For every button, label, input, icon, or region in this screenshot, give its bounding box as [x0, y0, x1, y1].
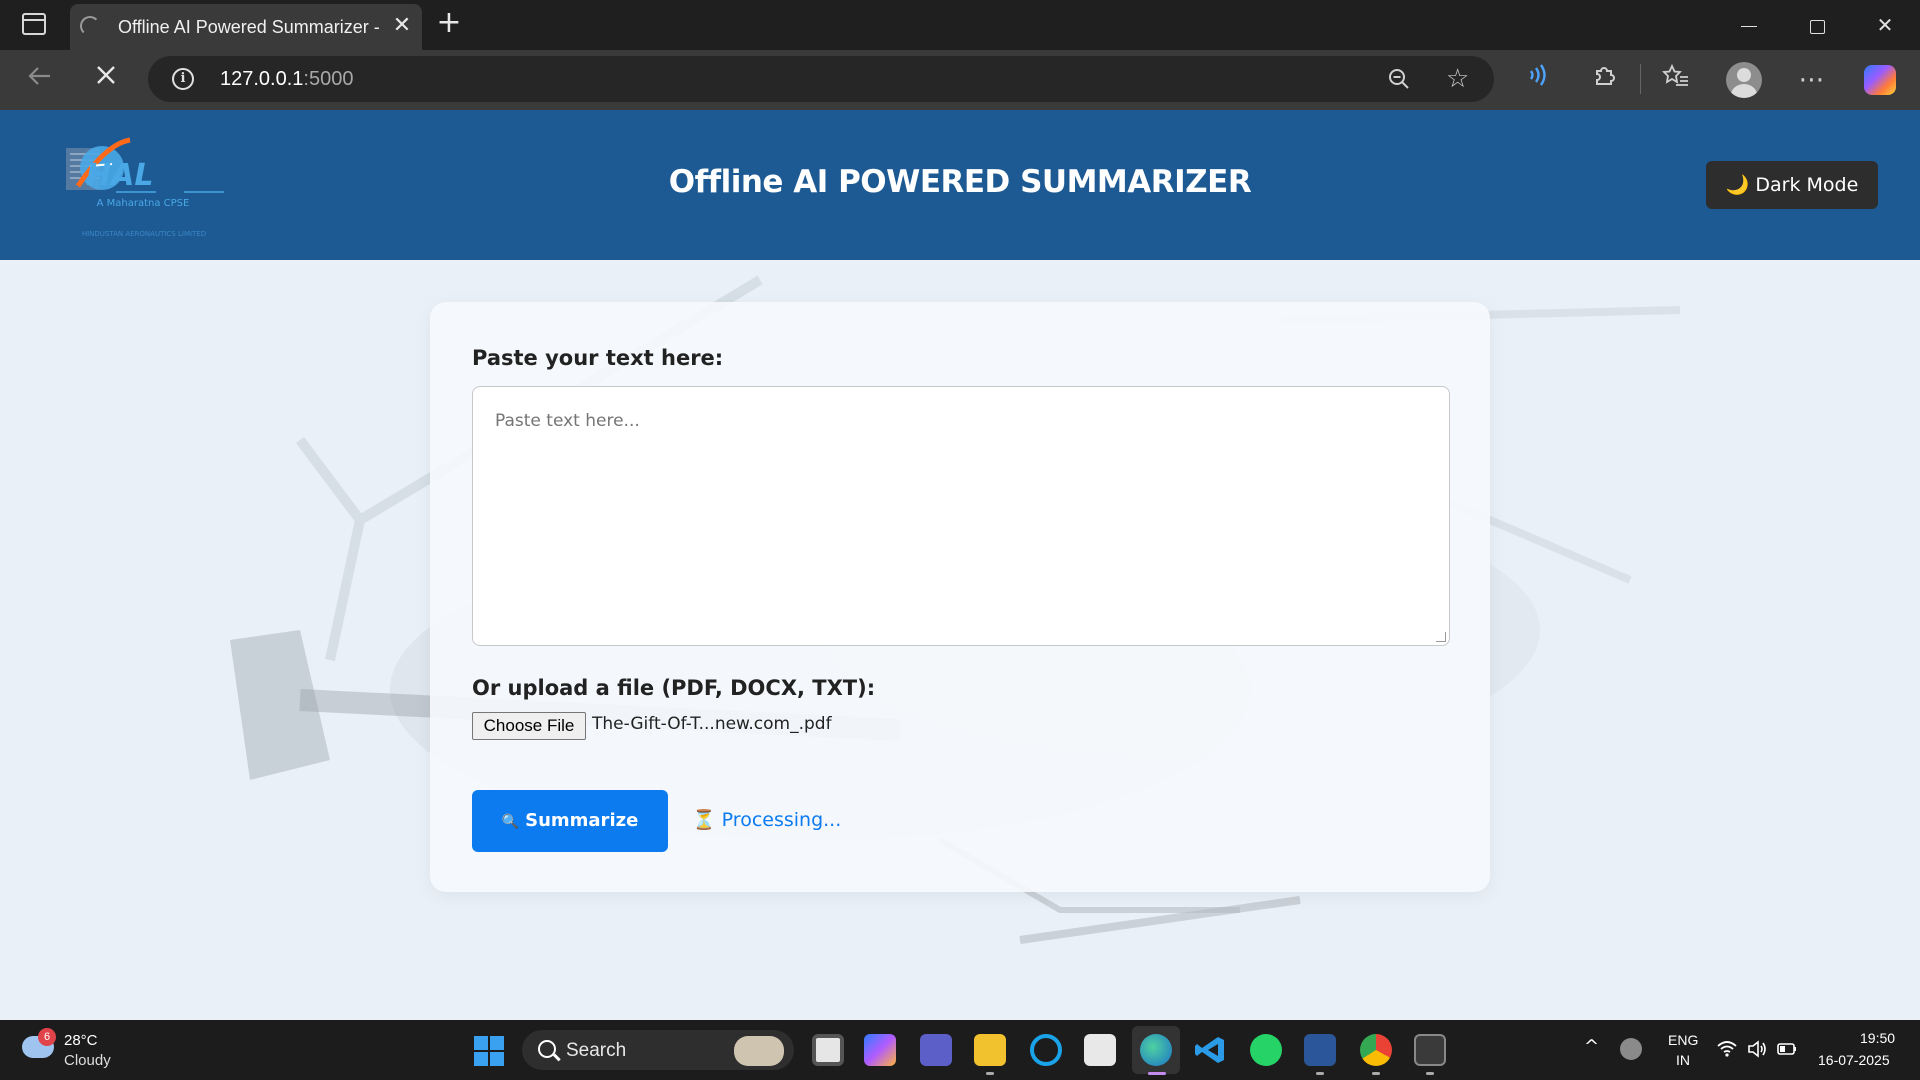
magnifier-icon: 🔍: [501, 814, 520, 830]
maximize-button[interactable]: [1794, 8, 1840, 42]
app-header: HAL A Maharatna CPSE HINDUSTAN AERONAUTI…: [0, 110, 1920, 260]
browser-tab[interactable]: Offline AI Powered Summarizer - ✕: [70, 4, 422, 50]
running-indicator: [1426, 1072, 1434, 1075]
taskbar-search[interactable]: Search: [522, 1030, 794, 1070]
whatsapp-icon[interactable]: [1250, 1034, 1282, 1066]
show-hidden-icons-chevron-icon[interactable]: ^: [1584, 1036, 1599, 1057]
task-view-icon[interactable]: [812, 1034, 844, 1066]
weather-temperature[interactable]: 28°C: [64, 1032, 98, 1049]
browser-toolbar: i 127.0.0.1:5000 ☆ ⋯: [0, 50, 1920, 110]
address-bar[interactable]: i 127.0.0.1:5000 ☆: [148, 56, 1494, 102]
copilot-app-icon[interactable]: [864, 1034, 896, 1066]
battery-icon[interactable]: [1776, 1038, 1798, 1060]
onedrive-status-icon[interactable]: [1620, 1038, 1642, 1060]
volume-icon[interactable]: [1746, 1038, 1768, 1060]
clock-date[interactable]: 16-07-2025: [1818, 1052, 1890, 1068]
back-button[interactable]: [22, 62, 58, 98]
file-upload-label: Or upload a file (PDF, DOCX, TXT):: [472, 676, 876, 700]
weather-badge: 6: [38, 1028, 56, 1046]
active-indicator: [1148, 1072, 1166, 1075]
word-icon[interactable]: [1304, 1034, 1336, 1066]
search-label: Search: [566, 1040, 627, 1061]
tab-actions-icon[interactable]: [22, 13, 46, 35]
language-indicator[interactable]: ENG: [1668, 1032, 1698, 1048]
settings-menu-icon[interactable]: ⋯: [1794, 62, 1830, 98]
summarize-button[interactable]: 🔍 Summarize: [472, 790, 668, 852]
windows-taskbar: 6 28°C Cloudy Search ^ ENG IN 19:50 16-0…: [0, 1020, 1920, 1080]
dark-mode-label: Dark Mode: [1755, 174, 1859, 196]
cortana-icon[interactable]: [1030, 1034, 1062, 1066]
profile-avatar[interactable]: [1726, 62, 1762, 98]
file-explorer-icon[interactable]: [974, 1034, 1006, 1066]
choose-file-button[interactable]: Choose File: [472, 712, 586, 740]
page-title: Offline AI POWERED SUMMARIZER: [668, 164, 1252, 200]
loading-spinner-icon: [80, 16, 100, 36]
summarizer-card: Paste your text here: Paste text here...…: [430, 302, 1490, 892]
add-favorite-star-icon[interactable]: ☆: [1446, 66, 1469, 92]
search-highlight-image: [734, 1036, 784, 1066]
dark-mode-button[interactable]: 🌙 Dark Mode: [1706, 161, 1878, 209]
vscode-icon[interactable]: [1194, 1034, 1226, 1066]
language-region[interactable]: IN: [1676, 1052, 1690, 1068]
running-indicator: [1316, 1072, 1324, 1075]
url-text[interactable]: 127.0.0.1:5000: [220, 68, 353, 91]
minimize-button[interactable]: [1726, 8, 1772, 42]
restore-icon: [1809, 19, 1825, 34]
stop-loading-button[interactable]: [88, 62, 124, 98]
text-input-placeholder: Paste text here...: [495, 411, 640, 431]
search-icon: [538, 1040, 556, 1058]
clock-time[interactable]: 19:50: [1860, 1030, 1895, 1046]
read-aloud-icon[interactable]: [1520, 62, 1556, 98]
text-input-label: Paste your text here:: [472, 346, 724, 370]
site-info-icon[interactable]: i: [172, 68, 194, 90]
edge-icon[interactable]: [1140, 1034, 1172, 1066]
running-indicator: [1372, 1072, 1380, 1075]
stop-icon: [97, 66, 115, 84]
wifi-icon[interactable]: [1716, 1038, 1738, 1060]
running-indicator: [986, 1072, 994, 1075]
teams-icon[interactable]: [920, 1034, 952, 1066]
moon-icon: 🌙: [1725, 174, 1750, 196]
new-tab-button[interactable]: +: [434, 8, 464, 38]
hourglass-icon: ⏳: [692, 809, 716, 831]
selected-file-name: The-Gift-Of-T...new.com_.pdf: [592, 714, 832, 734]
extensions-icon[interactable]: [1586, 62, 1622, 98]
resize-handle-icon[interactable]: [1436, 632, 1446, 642]
summarize-label: Summarize: [525, 810, 639, 831]
chrome-icon[interactable]: [1360, 1034, 1392, 1066]
browser-titlebar: Offline AI Powered Summarizer - ✕ + ✕: [0, 0, 1920, 50]
minimize-icon: [1741, 25, 1757, 28]
logo-subtitle: HINDUSTAN AERONAUTICS LIMITED: [81, 230, 207, 238]
favorites-icon[interactable]: [1658, 62, 1694, 98]
web-page: HAL A Maharatna CPSE HINDUSTAN AERONAUTI…: [0, 110, 1920, 1020]
text-input[interactable]: Paste text here...: [472, 386, 1450, 646]
microsoft-store-icon[interactable]: [1084, 1034, 1116, 1066]
status-text: ⏳ Processing...: [692, 809, 842, 831]
weather-condition[interactable]: Cloudy: [64, 1052, 111, 1069]
tab-title: Offline AI Powered Summarizer -: [118, 17, 380, 37]
back-arrow-icon: [28, 67, 50, 85]
zoom-out-icon[interactable]: [1388, 68, 1410, 90]
copilot-icon[interactable]: [1864, 65, 1896, 95]
toolbar-separator: [1640, 64, 1641, 94]
start-button[interactable]: [474, 1036, 504, 1066]
terminal-icon[interactable]: [1414, 1034, 1446, 1066]
close-window-button[interactable]: ✕: [1862, 8, 1908, 42]
tab-close-icon[interactable]: ✕: [388, 12, 416, 40]
